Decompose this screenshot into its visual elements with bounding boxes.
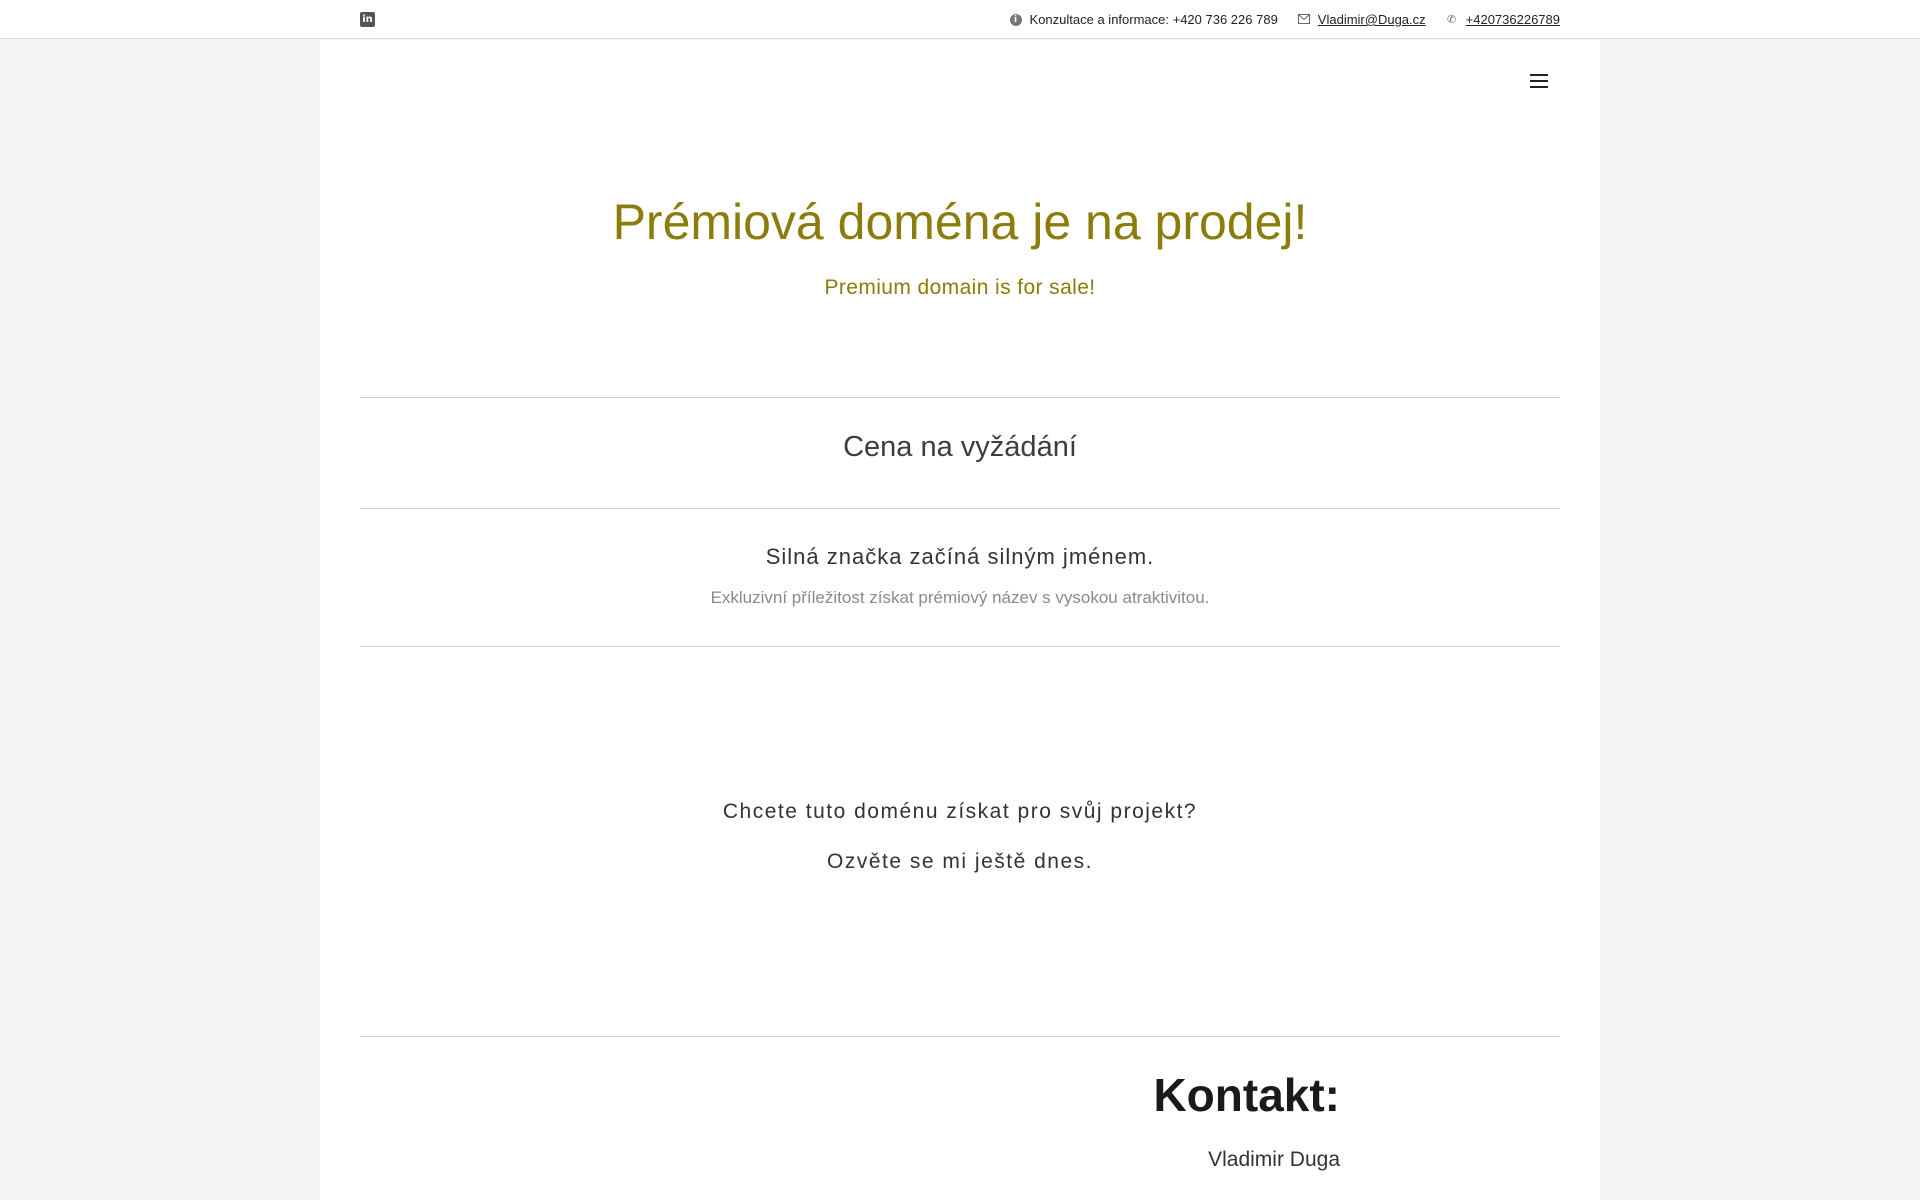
hamburger-menu-icon[interactable] <box>1530 74 1548 88</box>
price-text: Cena na vyžádání <box>843 431 1077 463</box>
info-item: i Konzultace a informace: +420 736 226 7… <box>1009 12 1278 27</box>
top-contacts: i Konzultace a informace: +420 736 226 7… <box>1009 0 1560 39</box>
divider <box>360 646 1560 647</box>
contact-title: Kontakt: <box>1153 1069 1340 1121</box>
phone-link[interactable]: +420736226789 <box>1466 12 1560 27</box>
divider <box>360 508 1560 509</box>
email-item: Vladimir@Duga.cz <box>1297 12 1426 27</box>
phone-icon: ✆ <box>1447 12 1457 26</box>
tagline-title: Silná značka začíná silným jménem. <box>765 544 1155 569</box>
hero-title: Prémiová doména je na prodej! <box>612 194 1308 250</box>
contact-name: Vladimir Duga <box>1208 1148 1340 1171</box>
cta-call-to-action: Ozvěte se mi ještě dnes. <box>827 850 1093 873</box>
mail-icon <box>1297 13 1310 26</box>
divider <box>360 397 1560 398</box>
info-text: Konzultace a informace: +420 736 226 789 <box>1029 12 1278 27</box>
hero-subtitle: Premium domain is for sale! <box>824 276 1096 299</box>
tagline-description: Exkluzivní příležitost získat prémiový n… <box>710 588 1210 607</box>
main-content: Prémiová doména je na prodej! Premium do… <box>320 40 1600 1200</box>
top-bar: in i Konzultace a informace: +420 736 22… <box>0 0 1920 39</box>
divider <box>360 1036 1560 1037</box>
phone-item: ✆ +420736226789 <box>1446 12 1560 27</box>
cta-question: Chcete tuto doménu získat pro svůj proje… <box>722 800 1198 823</box>
linkedin-icon[interactable]: in <box>360 12 375 27</box>
info-icon: i <box>1009 13 1022 26</box>
email-link[interactable]: Vladimir@Duga.cz <box>1318 12 1426 27</box>
